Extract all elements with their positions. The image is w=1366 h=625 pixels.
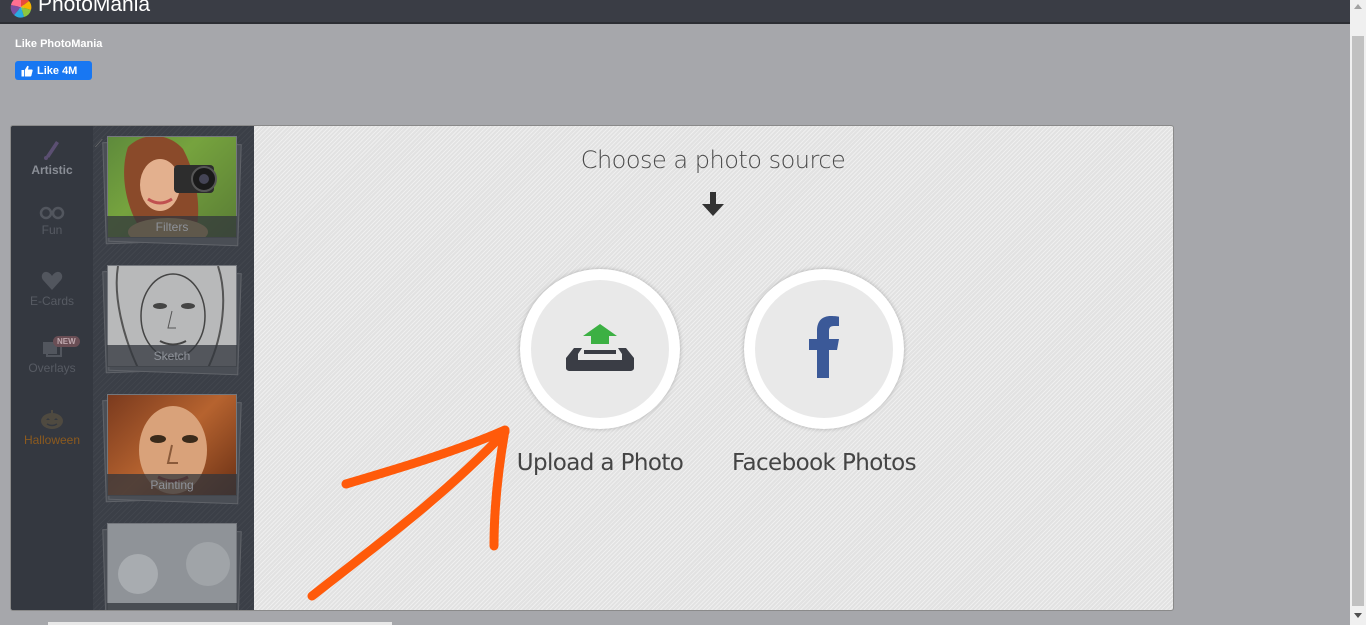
scroll-thumb[interactable] xyxy=(1352,36,1364,606)
like-button-label: Like 4M xyxy=(37,64,78,77)
category-overlays[interactable]: NEW Overlays xyxy=(11,336,93,375)
upload-photo-button[interactable] xyxy=(520,269,680,429)
category-column: Artistic Fun E-Cards NEW Overlays Hallow… xyxy=(11,126,93,610)
upload-icon xyxy=(566,324,634,371)
thumbnail-caption: Filters xyxy=(107,216,237,238)
category-artistic[interactable]: Artistic xyxy=(11,138,93,177)
choose-source-heading: Choose a photo source xyxy=(580,146,846,174)
down-arrow-icon xyxy=(702,192,724,216)
category-fun[interactable]: Fun xyxy=(11,206,93,237)
category-label: E-Cards xyxy=(29,294,74,308)
effects-sidebar: Artistic Fun E-Cards NEW Overlays Hallow… xyxy=(11,126,254,610)
category-label: Fun xyxy=(41,223,63,237)
category-label: Artistic xyxy=(31,163,73,177)
effect-thumb-sketch[interactable]: Sketch xyxy=(102,265,242,376)
scroll-up-icon[interactable] xyxy=(1354,4,1362,9)
heart-icon xyxy=(41,271,63,290)
effect-thumb-filters[interactable]: Filters xyxy=(102,136,242,247)
glasses-icon xyxy=(39,206,65,220)
new-badge: NEW xyxy=(53,336,80,347)
scroll-down-icon[interactable] xyxy=(1354,613,1362,618)
category-label: Halloween xyxy=(23,433,81,447)
brush-icon xyxy=(44,141,59,160)
thumbnail-image xyxy=(107,523,237,610)
thumbnail-caption: Sketch xyxy=(107,345,237,367)
facebook-like-button[interactable]: Like 4M xyxy=(15,61,92,80)
category-halloween[interactable]: Halloween xyxy=(11,408,93,447)
category-label: Overlays xyxy=(28,361,76,375)
upload-photo-label[interactable]: Upload a Photo xyxy=(480,450,720,476)
effect-thumb-painting[interactable]: Painting xyxy=(102,394,242,505)
pumpkin-icon xyxy=(41,410,63,429)
vertical-scrollbar[interactable] xyxy=(1350,0,1366,625)
app-title[interactable]: PhotoMania xyxy=(38,0,150,17)
like-photomania-label: Like PhotoMania xyxy=(15,38,103,50)
thumbnail-caption: Painting xyxy=(107,474,237,496)
top-bar: PhotoMania xyxy=(0,0,1350,24)
facebook-icon xyxy=(809,316,839,378)
effect-thumb-4[interactable] xyxy=(102,523,242,610)
category-e-cards[interactable]: E-Cards xyxy=(11,271,93,308)
facebook-photos-label[interactable]: Facebook Photos xyxy=(704,450,944,476)
thumbs-up-icon xyxy=(21,65,33,76)
photo-editor-panel: Artistic Fun E-Cards NEW Overlays Hallow… xyxy=(10,125,1174,611)
thumbnail-caption xyxy=(107,603,237,610)
facebook-photos-button[interactable] xyxy=(744,269,904,429)
photomania-logo-icon xyxy=(10,0,32,18)
